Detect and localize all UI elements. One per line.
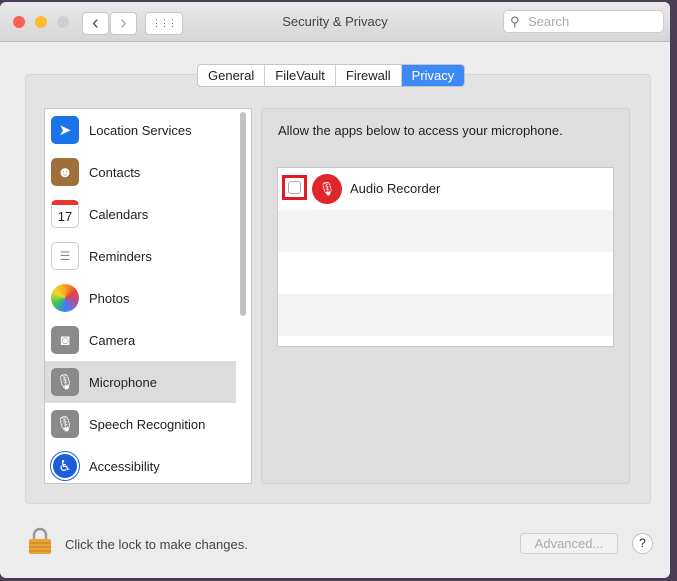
sidebar-item-label: Camera [89,332,136,348]
location-arrow-icon: ➤ [51,116,79,144]
sidebar-item-accessibility[interactable]: ♿︎ Accessibility [45,445,236,483]
sidebar-item-reminders[interactable]: ☰ Reminders [45,235,236,277]
search-icon: ⚲ [510,14,520,29]
search-input[interactable]: ⚲ Search [503,10,664,33]
privacy-category-list: ➤ Location Services ☻ Contacts 17 Calendars… [44,108,252,484]
sidebar-item-camera[interactable]: ◙ Camera [45,319,236,361]
sidebar-item-microphone[interactable]: 🎙︎ Microphone [45,361,236,403]
microphone-icon: 🎙︎ [51,368,79,396]
audio-recorder-checkbox[interactable] [288,181,301,194]
lock-message: Click the lock to make changes. [65,537,248,552]
calendar-icon: 17 [51,200,79,228]
sidebar-item-label: Location Services [89,122,192,138]
sidebar-item-speech-recognition[interactable]: 🎙︎ Speech Recognition [45,403,236,445]
app-name: Audio Recorder [350,181,441,196]
reminders-list-icon: ☰ [51,242,79,270]
app-checkbox-highlight[interactable] [282,175,307,200]
empty-row [278,252,613,294]
photos-flower-icon [51,284,79,312]
sidebar-item-label: Reminders [89,248,152,264]
tab-firewall[interactable]: Firewall [336,65,402,86]
sidebar-item-label: Photos [89,290,130,306]
sidebar-item-contacts[interactable]: ☻ Contacts [45,151,236,193]
contacts-book-icon: ☻ [51,158,79,186]
tab-general[interactable]: General [198,65,266,86]
sidebar-item-calendars[interactable]: 17 Calendars [45,193,236,235]
accessibility-icon: ♿︎ [51,452,79,480]
microphone-app-icon: 🎙︎ [312,174,342,204]
sidebar-item-label: Accessibility [89,458,160,474]
advanced-button[interactable]: Advanced... [520,533,618,554]
search-placeholder: Search [528,14,570,29]
empty-row [278,210,613,252]
tab-bar: General FileVault Firewall Privacy [197,64,466,87]
sidebar-item-label: Microphone [89,374,157,390]
lock-icon[interactable] [28,527,52,558]
sidebar-item-label: Speech Recognition [89,416,206,432]
sidebar-item-photos[interactable]: Photos [45,277,236,319]
microphone-icon: 🎙︎ [51,410,79,438]
list-item: 🎙︎ Audio Recorder [278,168,613,210]
microphone-pane: Allow the apps below to access your micr… [261,108,630,484]
sidebar-item-label: Calendars [89,206,149,222]
pane-description: Allow the apps below to access your micr… [278,123,563,138]
title-bar: ‹ › ⋮⋮⋮ Security & Privacy ⚲ Search [0,2,670,42]
sidebar-item-label: Contacts [89,164,141,180]
app-list: 🎙︎ Audio Recorder [277,167,614,347]
camera-icon: ◙ [51,326,79,354]
help-button[interactable]: ? [632,533,653,554]
tab-filevault[interactable]: FileVault [265,65,336,86]
empty-row [278,294,613,336]
tab-privacy[interactable]: Privacy [401,65,465,86]
sidebar-item-location-services[interactable]: ➤ Location Services [45,109,236,151]
sidebar-scrollbar[interactable] [240,112,246,316]
